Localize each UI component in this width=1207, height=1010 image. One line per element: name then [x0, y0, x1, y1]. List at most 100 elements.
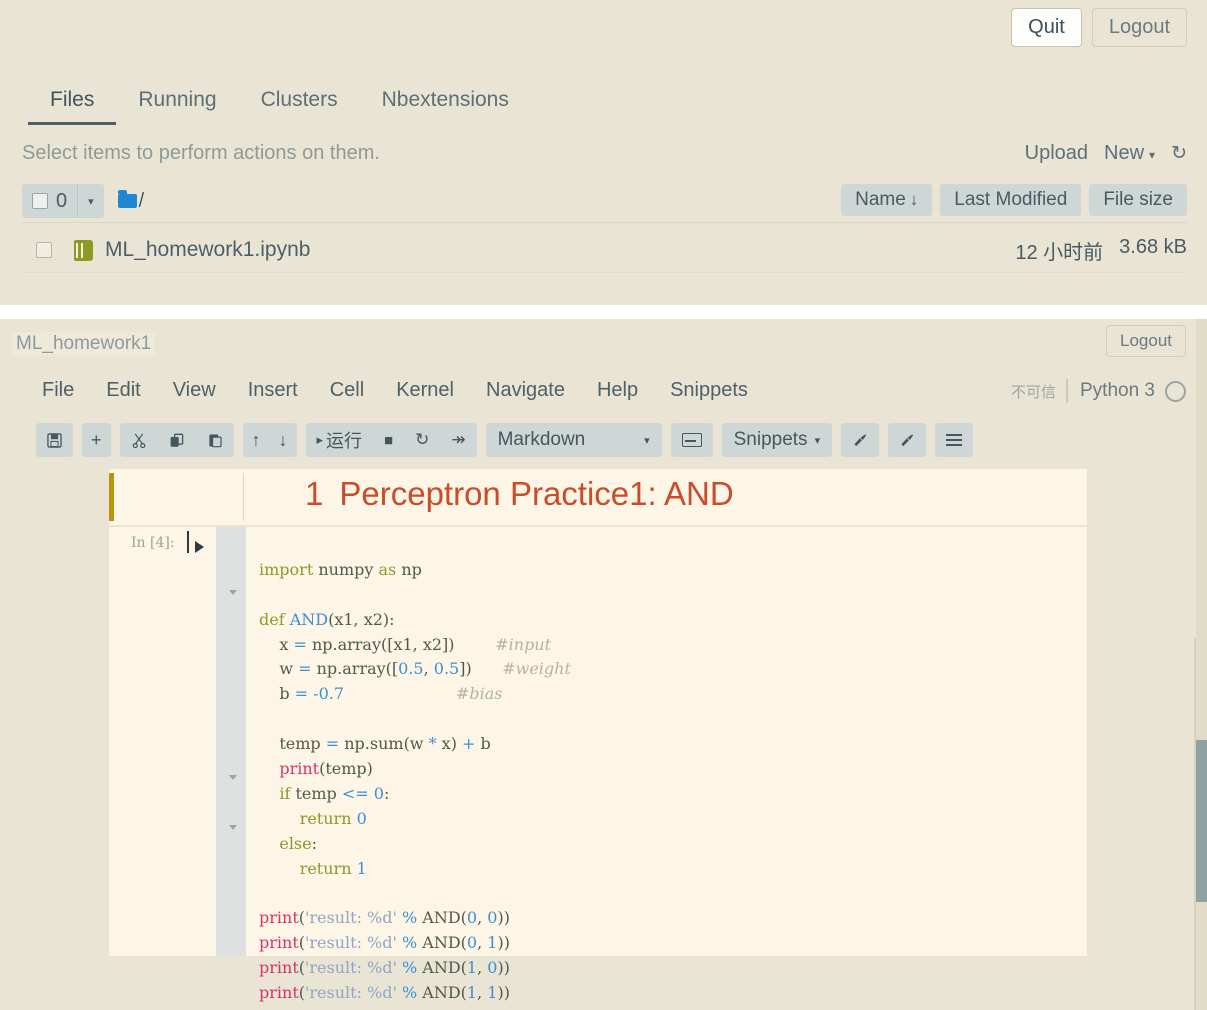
file-name-link[interactable]: ML_homework1.ipynb: [105, 238, 310, 262]
kernel-idle-circle-icon[interactable]: [1165, 381, 1186, 402]
add-cell-icon[interactable]: +: [82, 423, 111, 457]
stop-kernel-icon[interactable]: ■: [373, 423, 404, 457]
copy-icon[interactable]: [158, 423, 196, 457]
kernel-status-zone: 不可信 Python 3: [1011, 379, 1186, 403]
move-cell-up-icon[interactable]: ↑: [243, 423, 270, 457]
menu-navigate[interactable]: Navigate: [470, 375, 581, 406]
toolbar-group-keyboard: [671, 423, 713, 457]
sort-by-name-button[interactable]: Name↓: [841, 184, 932, 216]
restart-kernel-icon[interactable]: ↻: [404, 423, 440, 457]
restart-run-all-icon[interactable]: ↠: [440, 423, 476, 457]
notebook-menubar: File Edit View Insert Cell Kernel Naviga…: [0, 375, 1196, 417]
code-cell[interactable]: In [4]: import numpy as np def AND(x1, x…: [109, 527, 1087, 956]
logout-button[interactable]: Logout: [1092, 8, 1187, 47]
heading-number: 1: [305, 475, 323, 512]
breadcrumb-root[interactable]: /: [139, 190, 145, 213]
menu-file[interactable]: File: [26, 375, 90, 406]
notebook-pane: ML_homework1 Logout File Edit View Inser…: [0, 319, 1207, 1010]
paste-icon[interactable]: [196, 423, 234, 457]
select-items-note: Select items to perform actions on them.: [22, 142, 380, 165]
run-label: 运行: [326, 427, 362, 453]
toolbar-group-nav2: [888, 423, 926, 457]
code-fold-gutter: [216, 527, 246, 956]
run-cell-button[interactable]: ▸运行: [306, 423, 374, 457]
notebook-icon: [74, 240, 93, 261]
selected-count: 0: [56, 190, 77, 213]
hammer-icon[interactable]: [841, 423, 879, 457]
tab-clusters[interactable]: Clusters: [239, 88, 360, 125]
menu-snippets[interactable]: Snippets: [654, 375, 764, 406]
next-cell-hint: [109, 964, 1196, 1004]
tab-nbextensions[interactable]: Nbextensions: [360, 88, 531, 125]
snippets-menu-button[interactable]: Snippets ▾: [722, 423, 832, 457]
toolbar-group-toc: [935, 423, 973, 457]
snippets-label: Snippets: [734, 429, 808, 451]
file-last-modified: 12 小时前: [1015, 236, 1103, 265]
notebook-logout-button[interactable]: Logout: [1106, 325, 1186, 357]
cell-type-value: Markdown: [498, 429, 586, 451]
chevron-down-icon: ▾: [815, 434, 821, 447]
fold-arrow-icon[interactable]: [229, 590, 237, 595]
sort-down-arrow-icon: ↓: [910, 190, 919, 209]
cell-prompt-column: In [4]:: [109, 527, 214, 956]
jupyter-screenshot: Quit Logout Files Running Clusters Nbext…: [0, 0, 1207, 1010]
run-cell-triangle-icon[interactable]: [195, 541, 204, 553]
sort-by-last-modified-button[interactable]: Last Modified: [940, 184, 1081, 216]
menu-help[interactable]: Help: [581, 375, 654, 406]
cell-type-select[interactable]: Markdown ▾: [486, 423, 662, 457]
menu-insert[interactable]: Insert: [232, 375, 314, 406]
dashboard-action-buttons: Upload New ▾ ↻: [1025, 142, 1187, 165]
fold-arrow-icon[interactable]: [229, 775, 237, 780]
tab-files[interactable]: Files: [28, 88, 116, 125]
dashboard-pane: Quit Logout Files Running Clusters Nbext…: [0, 0, 1207, 305]
quit-button[interactable]: Quit: [1011, 8, 1082, 47]
toolbar-group-edit: [120, 423, 234, 457]
toolbar-group-insert: +: [82, 423, 111, 457]
move-cell-down-icon[interactable]: ↓: [270, 423, 297, 457]
new-button[interactable]: New ▾: [1104, 142, 1155, 165]
save-icon[interactable]: [36, 423, 73, 457]
hammer-icon[interactable]: [888, 423, 926, 457]
table-row[interactable]: ML_homework1.ipynb 12 小时前 3.68 kB: [22, 228, 1187, 273]
code-editor[interactable]: import numpy as np def AND(x1, x2): x = …: [259, 527, 1087, 962]
markdown-cell[interactable]: 1 Perceptron Practice1: AND: [109, 469, 1087, 525]
heading-text: Perceptron Practice1: AND: [339, 475, 733, 512]
toolbar-group-move: ↑ ↓: [243, 423, 297, 457]
menu-items: File Edit View Insert Cell Kernel Naviga…: [26, 375, 764, 406]
menu-edit[interactable]: Edit: [90, 375, 156, 406]
text-cursor: [187, 531, 189, 553]
sort-by-file-size-button[interactable]: File size: [1089, 184, 1187, 216]
tab-running[interactable]: Running: [116, 88, 238, 125]
select-dropdown-caret-icon[interactable]: ▾: [77, 184, 104, 218]
sort-name-label: Name: [855, 189, 906, 210]
select-all-checkbox[interactable]: [22, 193, 56, 209]
fold-arrow-icon[interactable]: [229, 825, 237, 830]
notebook-title[interactable]: ML_homework1: [12, 332, 155, 356]
cut-icon[interactable]: [120, 423, 158, 457]
new-button-label: New: [1104, 142, 1144, 164]
dashboard-header-buttons: Quit Logout: [1011, 8, 1187, 47]
run-triangle-icon: ▸: [317, 432, 324, 448]
file-checkbox[interactable]: [36, 242, 52, 258]
toc-icon[interactable]: [935, 423, 973, 457]
dashboard-tabs: Files Running Clusters Nbextensions: [28, 88, 531, 125]
folder-icon: [118, 194, 137, 208]
sort-buttons: Name↓ Last Modified File size: [841, 184, 1187, 216]
scrollbar-track[interactable]: [1196, 319, 1207, 1010]
kernel-name: Python 3: [1068, 380, 1165, 402]
upload-button[interactable]: Upload: [1025, 142, 1088, 165]
select-all-group: 0 ▾: [22, 184, 104, 218]
chevron-down-icon: ▾: [1149, 148, 1155, 162]
menu-kernel[interactable]: Kernel: [380, 375, 470, 406]
menu-cell[interactable]: Cell: [314, 375, 380, 406]
toolbar-group-save: [36, 423, 73, 457]
refresh-icon[interactable]: ↻: [1171, 142, 1187, 165]
scrollbar-thumb[interactable]: [1196, 740, 1207, 902]
dashboard-action-bar: Select items to perform actions on them.…: [22, 142, 1187, 172]
trust-status[interactable]: 不可信: [1011, 381, 1066, 402]
menu-view[interactable]: View: [157, 375, 232, 406]
file-size: 3.68 kB: [1119, 236, 1187, 265]
selected-cell-indicator: [109, 473, 114, 521]
cell-divider: [243, 473, 244, 521]
keyboard-icon[interactable]: [671, 423, 713, 457]
